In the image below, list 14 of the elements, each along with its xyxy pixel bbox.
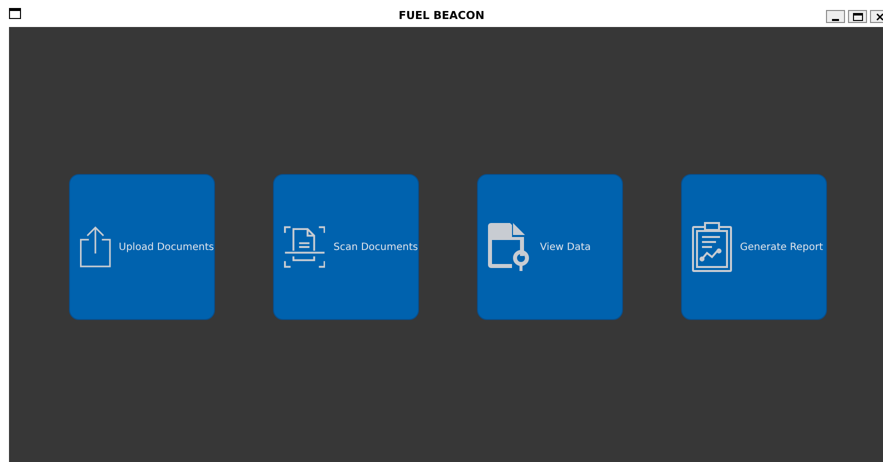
window-title: FUEL BEACON [398,9,484,22]
maximize-button[interactable] [848,10,867,23]
clipboard-chart-icon [692,222,732,272]
upload-tile[interactable]: Upload Documents [69,174,215,320]
scan-tile[interactable]: Scan Documents [273,174,419,320]
report-tile[interactable]: Generate Report [681,174,827,320]
maximize-icon [852,12,862,20]
scan-icon [284,225,326,269]
close-icon [876,12,883,20]
view-tile[interactable]: View Data [477,174,623,320]
window-icon [9,8,21,19]
document-search-icon [488,222,532,272]
minimize-button[interactable] [826,10,845,23]
minimize-icon [832,18,839,20]
